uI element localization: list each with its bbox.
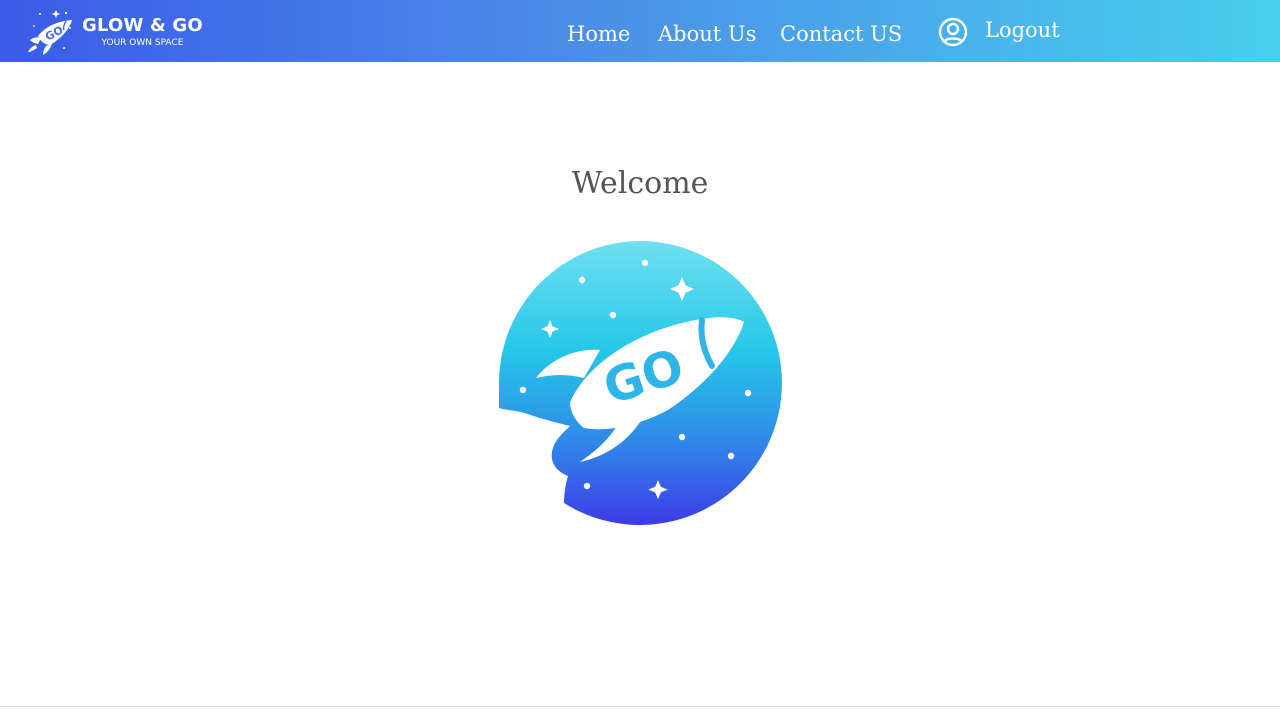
footer-divider [0, 706, 1280, 707]
welcome-heading: Welcome [571, 166, 709, 201]
rocket-logo-icon: GO [28, 10, 72, 55]
nav-home-link[interactable]: Home [567, 18, 630, 50]
logout-label: Logout [985, 18, 1060, 42]
brand-subtitle: YOUR OWN SPACE [101, 37, 184, 48]
nav-about-link[interactable]: About Us [658, 18, 756, 50]
brand-title: GLOW & GO [82, 14, 203, 36]
logout-button[interactable]: Logout [938, 17, 1060, 47]
rocket-go-logo-icon: GO [499, 241, 782, 525]
nav-contact-link[interactable]: Contact US [780, 18, 902, 50]
top-navbar: GO GLOW & GO YOUR OWN SPACE Home About U… [0, 0, 1280, 62]
brand-text: GLOW & GO YOUR OWN SPACE [82, 14, 203, 49]
brand-home-link[interactable]: GO GLOW & GO YOUR OWN SPACE [26, 8, 203, 56]
user-circle-icon [938, 17, 968, 47]
